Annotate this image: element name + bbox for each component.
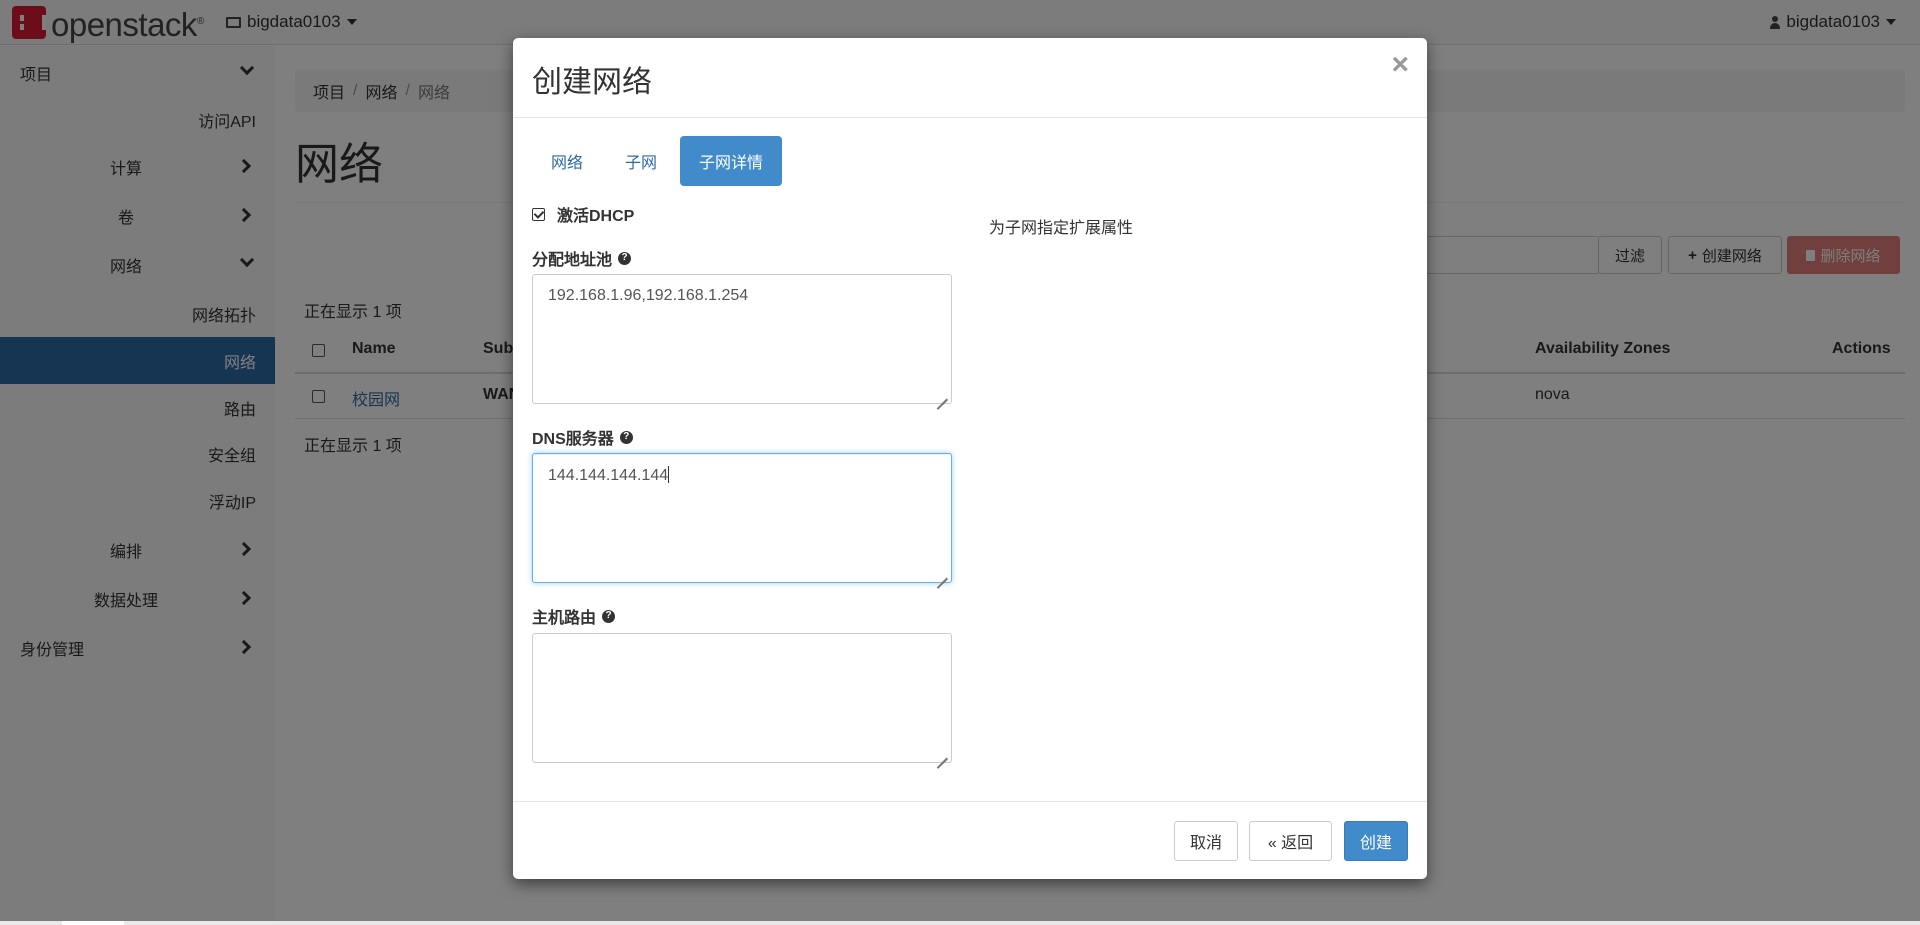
tab-network[interactable]: 网络 [532,136,602,186]
dns-servers-value: 144.144.144.144 [548,467,669,484]
modal-header: 创建网络 × [513,38,1427,118]
create-network-dialog: 创建网络 × 网络 子网 子网详情 激活DHCP 分配地址池 ? 192.168… [513,38,1427,879]
enable-dhcp-label: 激活DHCP [557,208,635,225]
dns-servers-label: DNS服务器 ? [532,425,633,449]
allocation-pools-value: 192.168.1.96,192.168.1.254 [548,287,749,304]
question-circle-icon[interactable]: ? [602,609,616,623]
text-cursor [668,466,670,483]
host-routes-textarea[interactable] [532,633,952,763]
wizard-tabs: 网络 子网 子网详情 [532,136,783,186]
resize-grip-icon[interactable] [935,387,949,401]
tab-subnet[interactable]: 子网 [606,136,676,186]
enable-dhcp-checkbox[interactable] [532,207,545,221]
allocation-pools-label: 分配地址池 ? [532,246,632,270]
modal-footer-divider [513,801,1427,802]
modal-title: 创建网络 [532,66,652,99]
subnet-details-help-text: 为子网指定扩展属性 [989,220,1134,237]
field-label-text: DNS服务器 [532,431,614,448]
host-routes-label: 主机路由 ? [532,604,616,628]
cancel-button[interactable]: 取消 [1174,821,1238,861]
field-label-text: 主机路由 [532,610,597,627]
allocation-pools-textarea[interactable]: 192.168.1.96,192.168.1.254 [532,274,952,404]
field-label-text: 分配地址池 [532,252,613,269]
close-icon[interactable]: × [1391,50,1409,80]
dns-servers-textarea[interactable]: 144.144.144.144 [532,453,952,583]
question-circle-icon[interactable]: ? [618,251,632,265]
enable-dhcp-row[interactable]: 激活DHCP [532,202,634,226]
create-button[interactable]: 创建 [1344,821,1408,861]
resize-grip-icon[interactable] [935,566,949,580]
horizontal-scrollbar[interactable] [0,921,1920,925]
back-button[interactable]: « 返回 [1249,821,1332,861]
scrollbar-thumb[interactable] [62,921,124,925]
tab-subnet-details[interactable]: 子网详情 [680,136,783,186]
question-circle-icon[interactable]: ? [619,430,633,444]
resize-grip-icon[interactable] [935,746,949,760]
